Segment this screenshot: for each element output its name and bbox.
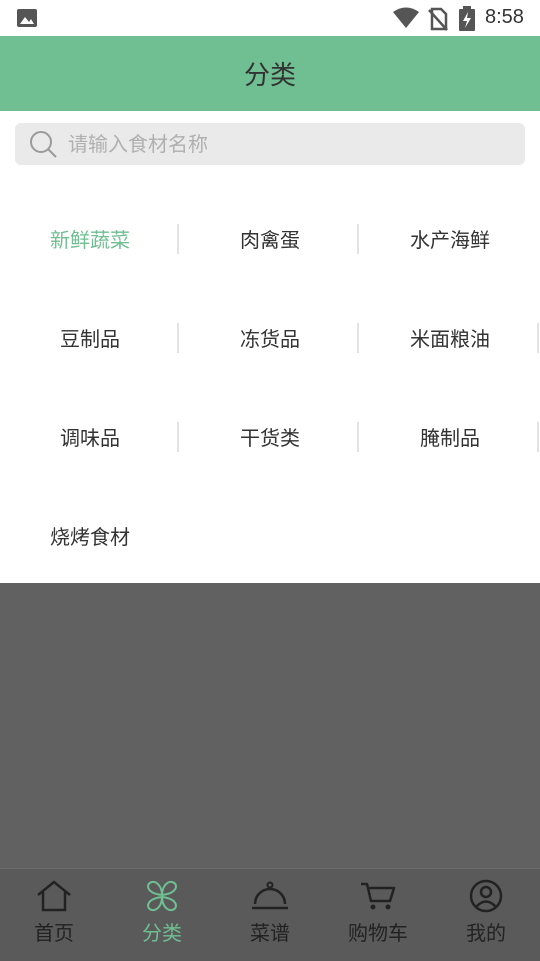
bottom-tab-bar: 首页 分类 菜谱 购物车 我的	[0, 868, 540, 961]
tab-label: 分类	[142, 921, 182, 945]
divider	[537, 422, 539, 452]
divider	[177, 224, 179, 254]
category-grid: 新鲜蔬菜 肉禽蛋 水产海鲜 豆制品 冻货品 米面粮油 调味品 干货类 腌制品 烧…	[0, 189, 540, 585]
status-bar: 8:58	[0, 0, 540, 36]
search-bar[interactable]	[15, 123, 525, 165]
clipped-text-artifact: · · · · · ·	[55, 179, 165, 189]
tab-cart[interactable]: 购物车	[324, 869, 432, 961]
category-icon	[147, 880, 177, 912]
no-sim-icon	[428, 7, 448, 31]
divider	[177, 323, 179, 353]
category-item-fresh-vegetables[interactable]: 新鲜蔬菜	[0, 189, 180, 288]
category-item-rice-flour-oil[interactable]: 米面粮油	[360, 288, 540, 387]
category-item-meat-poultry-eggs[interactable]: 肉禽蛋	[180, 189, 360, 288]
profile-icon	[469, 879, 503, 913]
header: 分类	[0, 36, 540, 111]
search-input[interactable]	[66, 131, 510, 157]
divider	[357, 224, 359, 254]
search-icon	[30, 131, 57, 158]
tab-profile[interactable]: 我的	[432, 869, 540, 961]
tab-label: 菜谱	[250, 921, 290, 945]
category-item-seasonings[interactable]: 调味品	[0, 387, 180, 486]
category-row: 烧烤食材	[0, 486, 540, 585]
divider	[537, 323, 539, 353]
wifi-icon	[393, 7, 419, 28]
divider	[357, 422, 359, 452]
category-row: 调味品 干货类 腌制品	[0, 387, 540, 486]
divider	[177, 422, 179, 452]
category-item-pickled-goods[interactable]: 腌制品	[360, 387, 540, 486]
category-item-dry-goods[interactable]: 干货类	[180, 387, 360, 486]
category-item-bbq-ingredients[interactable]: 烧烤食材	[0, 486, 180, 585]
category-item-seafood[interactable]: 水产海鲜	[360, 189, 540, 288]
tab-label: 首页	[34, 921, 74, 945]
divider	[357, 323, 359, 353]
status-time: 8:58	[485, 6, 524, 28]
category-item-soy-products[interactable]: 豆制品	[0, 288, 180, 387]
home-icon	[37, 880, 71, 912]
tab-home[interactable]: 首页	[0, 869, 108, 961]
cart-icon	[361, 882, 396, 910]
tab-recipes[interactable]: 菜谱	[216, 869, 324, 961]
tab-label: 我的	[466, 921, 506, 945]
recipe-cloche-icon	[252, 881, 288, 910]
page-title: 分类	[243, 61, 296, 91]
category-item-frozen-goods[interactable]: 冻货品	[180, 288, 360, 387]
category-row: 豆制品 冻货品 米面粮油	[0, 288, 540, 387]
tab-category[interactable]: 分类	[108, 869, 216, 961]
battery-charging-icon	[459, 6, 475, 31]
category-row: 新鲜蔬菜 肉禽蛋 水产海鲜	[0, 189, 540, 288]
gallery-icon	[17, 9, 37, 27]
tab-label: 购物车	[348, 921, 408, 945]
category-panel: · · · · · · 新鲜蔬菜 肉禽蛋 水产海鲜 豆制品 冻货品 米面粮油 调…	[0, 111, 540, 583]
